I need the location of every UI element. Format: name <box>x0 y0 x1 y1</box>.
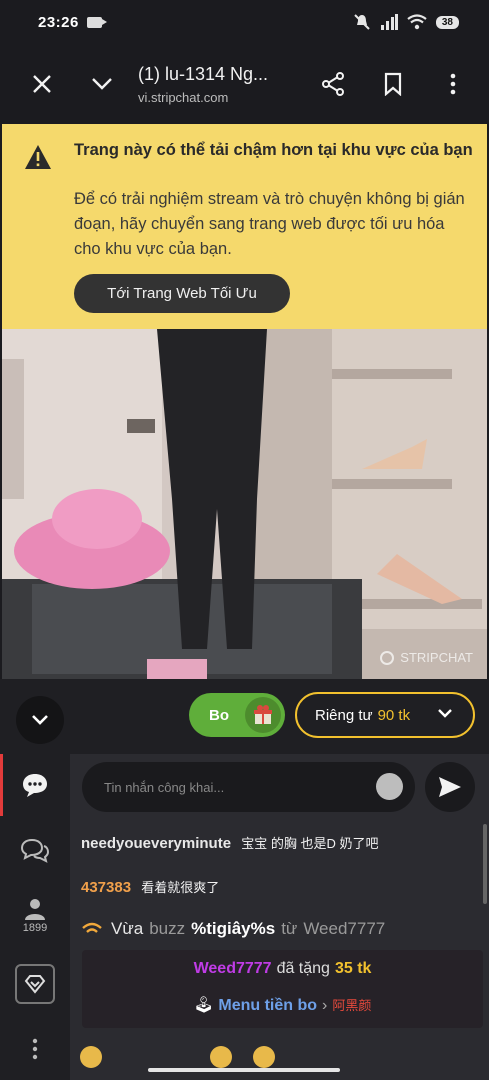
stripchat-logo-icon <box>380 650 395 665</box>
emoji-icon <box>210 1046 232 1068</box>
tip-amount: 35 tk <box>334 960 372 977</box>
tag-box <box>15 964 55 1004</box>
tab-public-chat[interactable] <box>10 772 60 798</box>
page-title-area[interactable]: (1) lu-1314 Ng... vi.stripchat.com <box>132 64 303 105</box>
tip-menu-line[interactable]: 🕹 Menu tiền bo › 阿黑颜 <box>82 995 483 1015</box>
tip-line: Weed7777 đã tặng 35 tk <box>82 960 483 978</box>
emoji-icon[interactable] <box>376 773 403 800</box>
public-message-input[interactable]: Tin nhắn công khai... <box>82 762 415 812</box>
chat-message: needyoueveryminute 宝宝 的胸 也是D 奶了吧 <box>81 833 378 852</box>
mute-icon <box>354 14 370 30</box>
chat-message: 437383 看着就很爽了 <box>81 877 219 896</box>
tab-private-messages[interactable] <box>10 838 60 864</box>
more-vertical-icon <box>32 1038 38 1060</box>
tip-label: Bo <box>209 706 229 724</box>
tip-menu-label: Menu tiền bo <box>218 997 318 1014</box>
close-tab-button[interactable] <box>12 54 72 114</box>
stream-scene <box>2 329 487 679</box>
tip-menu-item: 阿黑颜 <box>332 998 372 1013</box>
tab-tags[interactable] <box>10 964 60 1004</box>
banner-title: Trang này có thể tải chậm hơn tại khu vự… <box>74 141 473 159</box>
battery-indicator: 38 <box>435 15 459 29</box>
warning-icon <box>25 145 51 169</box>
browser-toolbar: (1) lu-1314 Ng... vi.stripchat.com <box>0 44 489 124</box>
screen-record-icon <box>86 16 107 28</box>
collapse-chat-button[interactable] <box>16 696 64 744</box>
status-bar: 23:26 38 <box>0 0 489 44</box>
banner-body: Để có trải nghiệm stream và trò chuyện k… <box>74 190 465 258</box>
chat-username[interactable]: needyoueveryminute <box>81 835 231 852</box>
buzz-wave-icon <box>82 922 102 933</box>
emoji-icon <box>253 1046 275 1068</box>
active-tab-indicator <box>0 754 3 816</box>
chevron-right-icon: › <box>322 997 328 1014</box>
slow-region-banner: Trang này có thể tải chậm hơn tại khu vự… <box>2 124 487 329</box>
buzz-from: từ <box>281 919 298 938</box>
tip-notification: Weed7777 đã tặng 35 tk 🕹 Menu tiền bo › 阿黑颜 <box>82 950 483 1028</box>
signal-icon <box>380 14 398 30</box>
buzz-user[interactable]: Weed7777 <box>303 919 385 939</box>
optimized-site-button[interactable]: Tới Trang Web Tối Ưu <box>74 274 290 313</box>
send-icon <box>439 777 461 797</box>
message-placeholder: Tin nhắn công khai... <box>104 779 225 795</box>
buzz-value: %tigiây%s <box>191 919 276 938</box>
chat-username[interactable]: 437383 <box>81 879 131 896</box>
share-button[interactable] <box>303 54 363 114</box>
chevron-down-icon <box>32 715 48 725</box>
status-time: 23:26 <box>38 13 79 31</box>
wifi-icon <box>407 14 427 30</box>
tip-middle: đã tặng <box>276 960 330 977</box>
chat-scrollbar[interactable] <box>483 824 487 904</box>
messages-icon <box>20 838 50 863</box>
minimize-button[interactable] <box>72 54 132 114</box>
bookmark-button[interactable] <box>363 54 423 114</box>
private-price: 90 tk <box>377 706 411 724</box>
tip-user[interactable]: Weed7777 <box>194 960 272 977</box>
stream-controls: Bo Riêng tư 90 tk <box>0 679 489 754</box>
user-icon <box>25 899 45 920</box>
screen: 23:26 38 (1) lu-1314 Ng... vi.stripchat.… <box>0 0 489 1080</box>
buzz-prefix: Vừa <box>111 919 144 938</box>
chat-text: 宝宝 的胸 也是D 奶了吧 <box>241 836 379 851</box>
chevron-down-icon <box>92 78 112 90</box>
bookmark-icon <box>384 72 402 96</box>
video-stream[interactable]: STRIPCHAT <box>2 329 487 679</box>
video-watermark: STRIPCHAT <box>380 650 473 665</box>
diamond-heart-icon <box>24 975 46 994</box>
chat-side-rail: 1899 <box>0 754 70 1080</box>
gift-icon <box>245 697 281 733</box>
status-icons: 38 <box>353 13 459 31</box>
more-options-button[interactable] <box>423 54 483 114</box>
page-url: vi.stripchat.com <box>138 89 229 105</box>
more-rail-button[interactable] <box>10 1038 60 1060</box>
emoji-icon <box>80 1046 102 1068</box>
joystick-icon: 🕹 <box>193 997 214 1014</box>
chat-text: 看着就很爽了 <box>141 880 220 895</box>
chat-panel: Tin nhắn công khai... needyoueveryminute… <box>70 754 489 1080</box>
close-icon <box>33 75 51 93</box>
viewer-count: 1899 <box>22 922 48 934</box>
private-label: Riêng tư <box>315 706 373 724</box>
more-vertical-icon <box>450 73 456 95</box>
page-title: (1) lu-1314 Ng... <box>138 63 269 84</box>
private-show-button[interactable]: Riêng tư 90 tk <box>295 692 475 738</box>
chevron-down-icon <box>438 709 452 718</box>
buzz-action: buzz <box>149 919 186 938</box>
buzz-message: Vừa buzz %tigiây%s từ Weed7777 <box>81 919 391 939</box>
chat-bubble-icon <box>23 774 47 797</box>
send-button[interactable] <box>425 762 475 812</box>
share-icon <box>322 72 344 96</box>
tab-viewers[interactable]: 1899 <box>10 898 60 934</box>
tip-button[interactable]: Bo <box>189 693 285 737</box>
watermark-text: STRIPCHAT <box>400 650 473 665</box>
home-indicator[interactable] <box>148 1068 340 1072</box>
